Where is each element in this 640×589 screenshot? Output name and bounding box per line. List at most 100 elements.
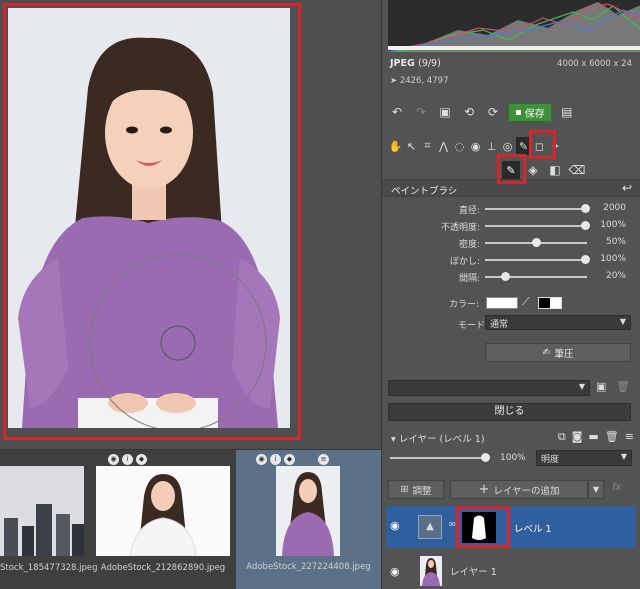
save-as-icon[interactable]: ▤ — [558, 103, 576, 121]
layer-row-selected[interactable]: ◉ ▲ ∞ レベル 1 — [386, 506, 636, 548]
layers-title[interactable]: ▾ レイヤー (レベル 1) — [391, 431, 485, 445]
thumbnail-caption: AdobeStock_227224408.jpeg — [246, 562, 371, 572]
folder-icon[interactable]: ▬ — [588, 430, 598, 444]
close-button[interactable]: 閉じる — [388, 403, 631, 421]
portrait-thumbnail — [276, 466, 340, 556]
menu-icon[interactable]: ≡ — [625, 430, 634, 444]
hand-icon[interactable]: ✋ — [388, 137, 403, 155]
eyedropper-icon[interactable]: ⟋ — [522, 295, 530, 309]
camera-icon: ◉ — [108, 454, 119, 465]
slider-value: 100% — [600, 254, 626, 264]
pressure-button[interactable]: ✍ 筆圧 — [485, 343, 631, 362]
trash-icon[interactable]: 🗑 — [605, 430, 619, 444]
layer-mask-thumbnail[interactable] — [462, 512, 496, 543]
image-icon[interactable]: ▣ — [436, 103, 454, 121]
add-layer-button[interactable]: + レイヤーの追加 — [450, 480, 588, 499]
image-viewer[interactable] — [0, 0, 381, 449]
add-layer-dropdown[interactable]: ▼ — [588, 480, 604, 499]
levels-icon: ▲ — [418, 515, 442, 539]
filmstrip-item-selected[interactable]: ◉ i ◆ ≡ AdobeStock_227224408.jpeg — [236, 450, 381, 589]
gradient-icon[interactable]: ◧ — [546, 161, 564, 179]
filmstrip-item[interactable]: Stock_185477328.jpeg — [0, 456, 98, 582]
slider-label: ぼかし: — [449, 257, 480, 267]
color-label: カラー: — [449, 300, 480, 310]
black-white-swatch[interactable] — [538, 297, 562, 309]
fx-icon[interactable]: fx — [612, 482, 621, 493]
chevron-down-icon: ▼ — [619, 317, 626, 326]
brush-slider[interactable]: 不透明度: 100% — [382, 218, 640, 234]
thumbnail-image — [96, 466, 230, 556]
redo-icon[interactable]: ↷ — [412, 103, 430, 121]
info-icon: i — [122, 454, 133, 465]
layer-row[interactable]: ◉ レイヤー 1 — [386, 552, 636, 589]
brush-tool-highlight — [529, 130, 556, 159]
slider-value: 20% — [605, 271, 626, 281]
file-format: JPEG (9/9) — [390, 58, 441, 69]
copy-icon[interactable]: ⧉ — [558, 430, 566, 444]
portrait-thumbnail — [96, 466, 230, 556]
save-button[interactable]: ▪ 保存 — [508, 102, 552, 122]
pointer-icon: ➤ — [390, 76, 398, 86]
disk-icon[interactable]: ▣ — [596, 380, 606, 393]
histogram-graph — [388, 0, 640, 52]
color-row: カラー: ⟋ — [382, 292, 640, 314]
section-title: ペイントブラシ — [391, 186, 458, 197]
slider-label: 密度: — [458, 240, 480, 250]
color-swatch[interactable] — [486, 297, 518, 309]
mask-icon[interactable]: ◙ — [572, 430, 583, 444]
slider-knob[interactable] — [580, 221, 590, 230]
blend-mode-select[interactable]: 明度 ▼ — [536, 450, 632, 466]
visibility-eye-icon[interactable]: ◉ — [390, 519, 400, 532]
thumbnail-image — [276, 466, 340, 556]
slider-track[interactable] — [485, 208, 587, 210]
slider-knob[interactable] — [580, 204, 590, 213]
adjust-button[interactable]: ⊞ 調整 — [388, 480, 444, 499]
opacity-track[interactable] — [390, 457, 485, 459]
tag-icon: ◆ — [136, 454, 147, 465]
camera-icon: ◉ — [256, 454, 267, 465]
perspective-icon[interactable]: ⋀ — [436, 137, 451, 155]
mask-shape — [462, 512, 496, 543]
slider-knob[interactable] — [532, 238, 541, 247]
slider-track[interactable] — [485, 276, 587, 278]
lasso-icon[interactable]: ◌ — [452, 137, 467, 155]
reset-icon[interactable]: ↩ — [622, 181, 632, 195]
main-photo[interactable] — [8, 8, 290, 428]
slider-track[interactable] — [485, 259, 587, 261]
thumbnail-image — [0, 466, 84, 556]
preset-select[interactable]: ▼ — [388, 380, 590, 396]
opacity-value: 100% — [500, 453, 526, 463]
brush-slider[interactable]: 間隔: 20% — [382, 269, 640, 285]
tag-icon: ◆ — [284, 454, 295, 465]
city-thumbnail — [0, 466, 84, 556]
thumbnail-caption: Stock_185477328.jpeg — [0, 563, 98, 573]
filmstrip-item[interactable]: ◉ i ◆ AdobeStock_212862890.jpeg — [96, 454, 230, 582]
visibility-eye-icon[interactable]: ◉ — [390, 565, 400, 578]
undo-icon[interactable]: ↶ — [388, 103, 406, 121]
slider-track[interactable] — [485, 225, 587, 227]
brush-slider[interactable]: 密度: 50% — [382, 235, 640, 251]
trash-icon[interactable]: 🗑 — [616, 380, 630, 393]
stamp-icon[interactable]: ⊥ — [484, 137, 499, 155]
eraser-icon[interactable]: ⌫ — [568, 161, 586, 179]
eye-icon[interactable]: ◉ — [468, 137, 483, 155]
slider-knob[interactable] — [501, 272, 511, 281]
slider-label: 直径: — [458, 206, 480, 216]
brush-slider[interactable]: 直径: 2000 — [382, 201, 640, 217]
brush-slider[interactable]: ぼかし: 100% — [382, 252, 640, 268]
bucket-icon[interactable]: ◈ — [524, 161, 542, 179]
rotate-right-icon[interactable]: ⟳ — [484, 103, 502, 121]
mode-select[interactable]: 通常 ▼ — [485, 315, 631, 330]
arrow-icon[interactable]: ↖ — [404, 137, 419, 155]
opacity-knob[interactable] — [481, 453, 490, 462]
paintbrush-highlight — [497, 154, 526, 184]
crop-icon[interactable]: ⌗ — [420, 137, 435, 155]
rotate-left-icon[interactable]: ⟲ — [460, 103, 478, 121]
layer-thumbnail — [420, 556, 442, 586]
redeye-icon[interactable]: ◎ — [500, 137, 515, 155]
filmstrip[interactable]: Stock_185477328.jpeg ◉ i ◆ AdobeStock_21… — [0, 449, 381, 589]
slider-knob[interactable] — [580, 255, 590, 264]
file-dimensions: 4000 x 6000 x 24 — [557, 59, 632, 69]
plus-icon: + — [478, 482, 490, 497]
chevron-down-icon: ▼ — [620, 452, 627, 461]
